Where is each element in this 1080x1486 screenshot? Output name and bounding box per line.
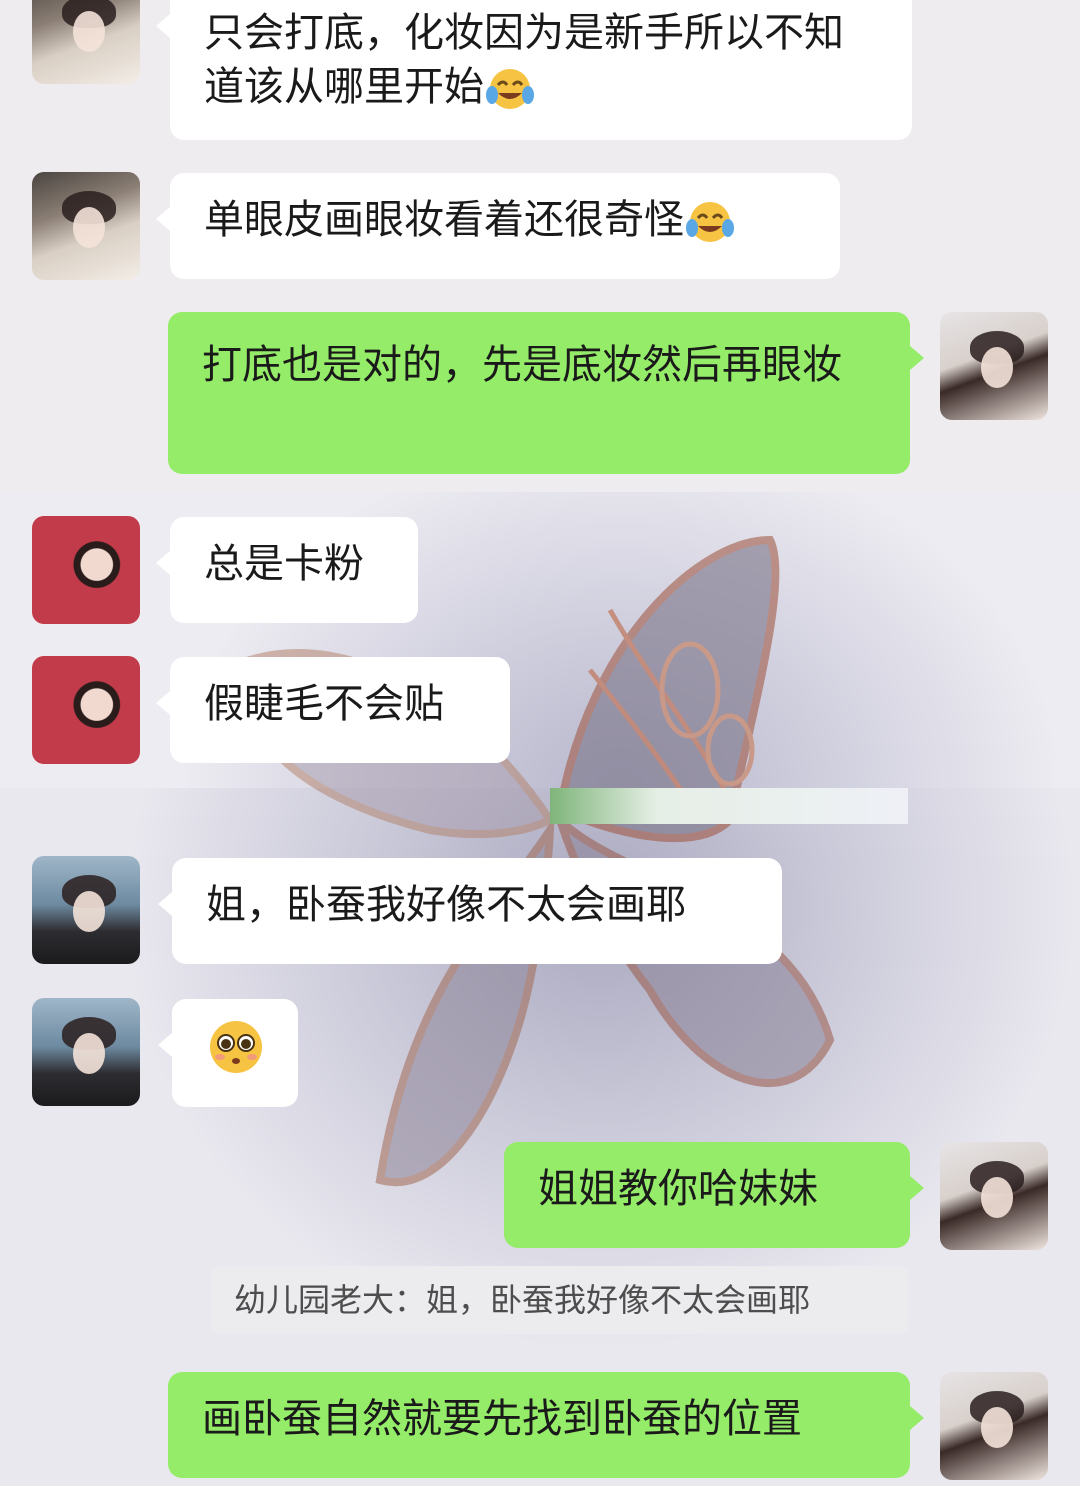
message-bubble-outgoing[interactable]: 姐姐教你哈妹妹: [504, 1142, 924, 1248]
message-bubble-outgoing[interactable]: 打底也是对的，先是底妆然后再眼妆: [168, 312, 924, 474]
message-text: 姐，卧蚕我好像不太会画耶: [206, 882, 686, 928]
message-bubble-incoming[interactable]: 假睫毛不会贴: [156, 657, 510, 763]
image-fragment: [550, 788, 908, 824]
message-bubble-incoming[interactable]: 只会打底，化妆因为是新手所以不知道该从哪里开始: [156, 0, 912, 140]
message-text: 假睫毛不会贴: [204, 681, 444, 727]
avatar-me[interactable]: [940, 1372, 1048, 1480]
message-bubble-incoming[interactable]: 单眼皮画眼妆看着还很奇怪: [156, 173, 840, 279]
message-bubble-outgoing[interactable]: 画卧蚕自然就要先找到卧蚕的位置: [168, 1372, 924, 1478]
avatar-red-hood[interactable]: [32, 516, 140, 624]
message-text: 总是卡粉: [204, 541, 364, 587]
message-text: 打底也是对的，先是底妆然后再眼妆: [202, 342, 842, 388]
message-text: 单眼皮画眼妆看着还很奇怪: [204, 197, 684, 243]
avatar-me[interactable]: [940, 1142, 1048, 1250]
message-bubble-incoming[interactable]: [158, 999, 298, 1107]
avatar-me[interactable]: [940, 312, 1048, 420]
message-text: 姐姐教你哈妹妹: [538, 1166, 818, 1212]
avatar-seaside[interactable]: [32, 998, 140, 1106]
pleading-face-icon: [206, 1019, 266, 1079]
message-text: 画卧蚕自然就要先找到卧蚕的位置: [202, 1396, 802, 1442]
avatar-red-hood[interactable]: [32, 656, 140, 764]
tears-of-joy-icon: [684, 200, 738, 244]
quoted-message[interactable]: 幼儿园老大：姐，卧蚕我好像不太会画耶: [210, 1266, 908, 1334]
message-bubble-incoming[interactable]: 姐，卧蚕我好像不太会画耶: [158, 858, 782, 964]
avatar-girl-selfie[interactable]: [32, 0, 140, 84]
avatar-seaside[interactable]: [32, 856, 140, 964]
quote-text: 幼儿园老大：姐，卧蚕我好像不太会画耶: [234, 1281, 811, 1319]
tears-of-joy-icon: [484, 67, 538, 111]
avatar-girl-selfie[interactable]: [32, 172, 140, 280]
message-bubble-incoming[interactable]: 总是卡粉: [156, 517, 418, 623]
